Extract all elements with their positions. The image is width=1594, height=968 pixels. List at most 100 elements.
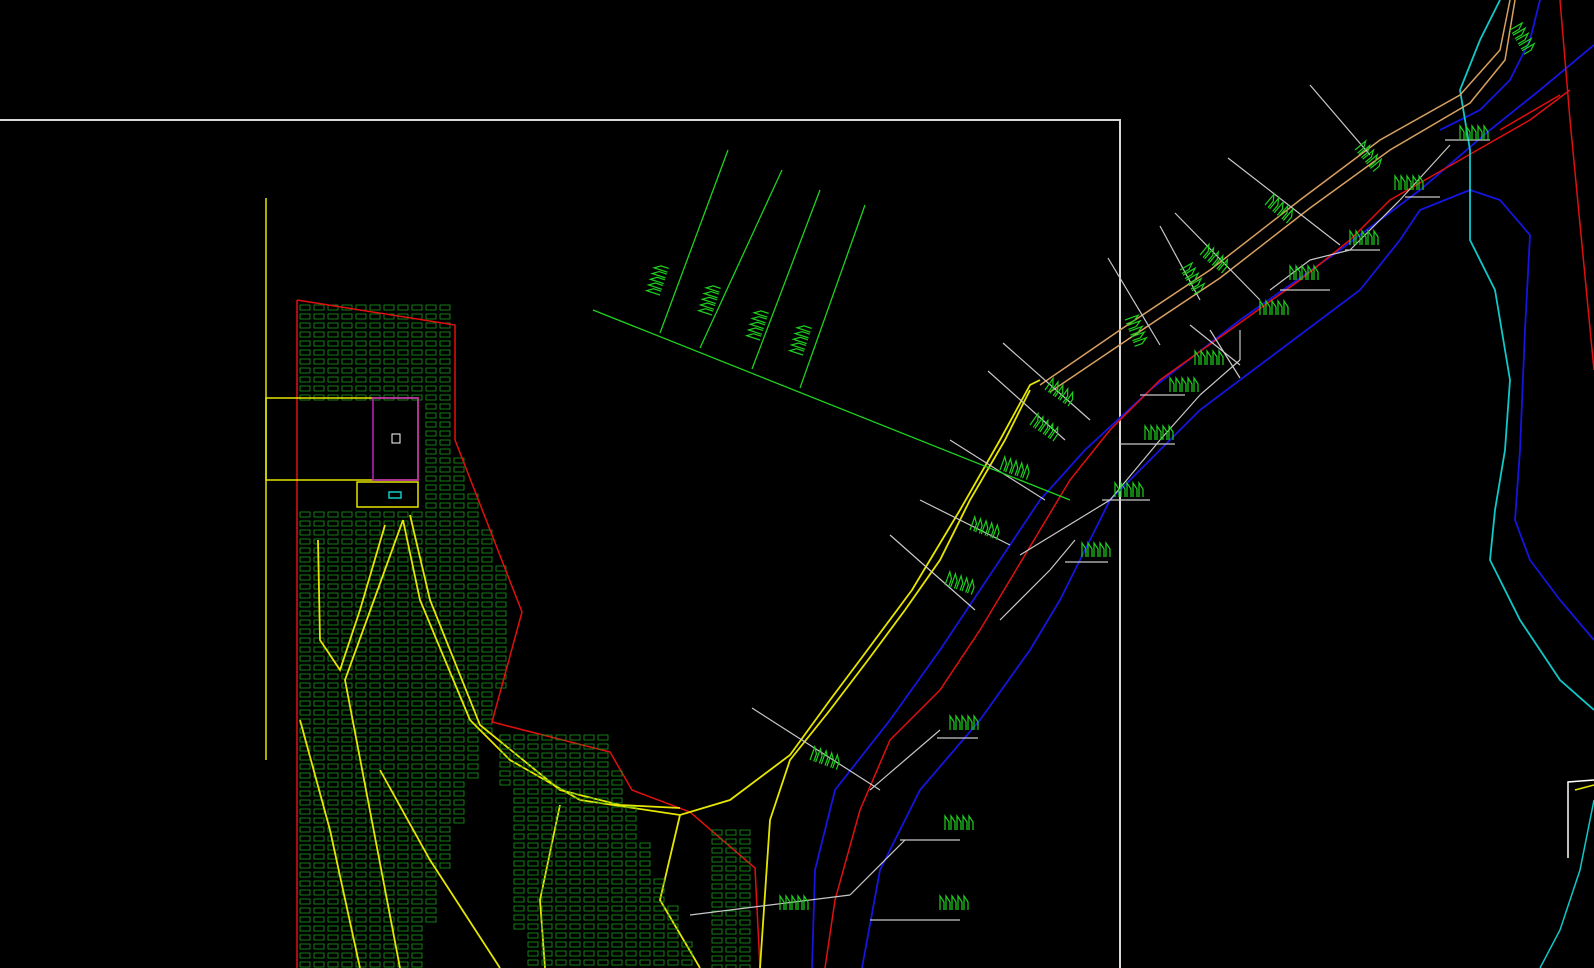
hatch-cell <box>411 691 423 698</box>
hatch-cell <box>411 358 423 365</box>
hatch-cell <box>439 493 451 500</box>
block-box-yellow <box>265 397 419 481</box>
hatch-cell <box>341 556 353 563</box>
hatch-cell <box>611 797 623 804</box>
hatch-cell <box>425 637 437 644</box>
leader-line <box>1309 249 1351 261</box>
hatch-cell <box>583 833 595 840</box>
hatch-cell <box>383 844 395 851</box>
hatch-cell <box>569 923 581 930</box>
glyph-stroke <box>962 814 968 830</box>
glyph-stroke <box>963 894 969 910</box>
hatch-cell <box>527 842 539 849</box>
hatch-cell <box>425 547 437 554</box>
hatch-cell <box>327 916 339 923</box>
hatch-cell <box>453 808 465 815</box>
hatch-cell <box>481 637 493 644</box>
hatch-cell <box>411 799 423 806</box>
hatch-cell <box>653 932 665 939</box>
hatch-cell <box>583 842 595 849</box>
hatch-cell <box>467 529 479 536</box>
hatch-cell <box>439 313 451 320</box>
hatch-cell <box>383 700 395 707</box>
hatch-cell <box>499 779 511 786</box>
hatch-cell <box>355 880 367 887</box>
hatch-cell <box>369 304 381 311</box>
hatch-cell <box>739 901 751 908</box>
hatch-cell <box>355 322 367 329</box>
hatch-cell <box>355 916 367 923</box>
hatch-cell <box>653 914 665 921</box>
hatch-cell <box>453 565 465 572</box>
hatch-cell <box>397 844 409 851</box>
hatch-cell <box>569 833 581 840</box>
cad-drawing-canvas[interactable] <box>0 0 1594 968</box>
hatch-cell <box>299 322 311 329</box>
hatch-cell <box>299 340 311 347</box>
hatch-cell <box>397 790 409 797</box>
hatch-cell <box>383 682 395 689</box>
hatch-cell <box>411 637 423 644</box>
hatch-cell <box>369 385 381 392</box>
hatch-cell <box>355 961 367 968</box>
hatch-cell <box>653 905 665 912</box>
glyph-stroke <box>939 894 945 910</box>
hatch-cell <box>425 493 437 500</box>
hatch-cell <box>481 628 493 635</box>
glyph-stroke <box>1182 266 1197 280</box>
hatch-cell <box>383 664 395 671</box>
glyph-stroke <box>1264 192 1275 208</box>
hatch-cell <box>725 919 737 926</box>
hatch-cell <box>327 691 339 698</box>
hatch-cell <box>341 736 353 743</box>
glyph-stroke <box>956 814 962 830</box>
hatch-cell <box>355 799 367 806</box>
hatch-cell <box>499 734 511 741</box>
glyph-stroke <box>797 894 803 910</box>
hatch-cell <box>355 664 367 671</box>
hatch-cell <box>299 682 311 689</box>
hatch-cell <box>439 700 451 707</box>
hatch-cell <box>555 806 567 813</box>
hatch-cell <box>439 520 451 527</box>
hatch-cell <box>597 824 609 831</box>
hatch-cell <box>383 304 395 311</box>
cad-drawing-viewport[interactable] <box>0 0 1594 968</box>
hatch-cell <box>369 511 381 518</box>
hatch-cell <box>313 349 325 356</box>
hatch-cell <box>411 817 423 824</box>
hatch-cell <box>467 772 479 779</box>
hatch-cell <box>355 862 367 869</box>
hatch-cell <box>481 565 493 572</box>
hatch-cell <box>611 833 623 840</box>
hatch-cell <box>355 565 367 572</box>
hatch-cell <box>527 779 539 786</box>
hatch-cell <box>711 847 723 854</box>
hatch-cell <box>583 851 595 858</box>
hatch-cell <box>341 367 353 374</box>
hatch-cell <box>313 961 325 968</box>
hatch-cell <box>299 592 311 599</box>
hatch-cell <box>411 727 423 734</box>
hatch-cell <box>625 914 637 921</box>
hatch-cell <box>299 619 311 626</box>
annotation-glyph <box>1144 424 1174 440</box>
hatch-cell <box>411 520 423 527</box>
hatch-cell <box>313 700 325 707</box>
leader-line <box>869 729 941 791</box>
hatch-cell <box>369 673 381 680</box>
hatch-cell <box>369 952 381 959</box>
hatch-cell <box>397 754 409 761</box>
hatch-cell <box>383 574 395 581</box>
hatch-cell <box>299 349 311 356</box>
hatch-cell <box>383 772 395 779</box>
hatch-cell <box>383 835 395 842</box>
hatch-cell <box>425 538 437 545</box>
hatch-cell <box>555 887 567 894</box>
hatch-cell <box>411 844 423 851</box>
hatch-cell <box>313 367 325 374</box>
glyph-stroke <box>951 894 957 910</box>
hatch-cell <box>439 709 451 716</box>
hatch-cell <box>411 511 423 518</box>
hatch-cell <box>467 637 479 644</box>
